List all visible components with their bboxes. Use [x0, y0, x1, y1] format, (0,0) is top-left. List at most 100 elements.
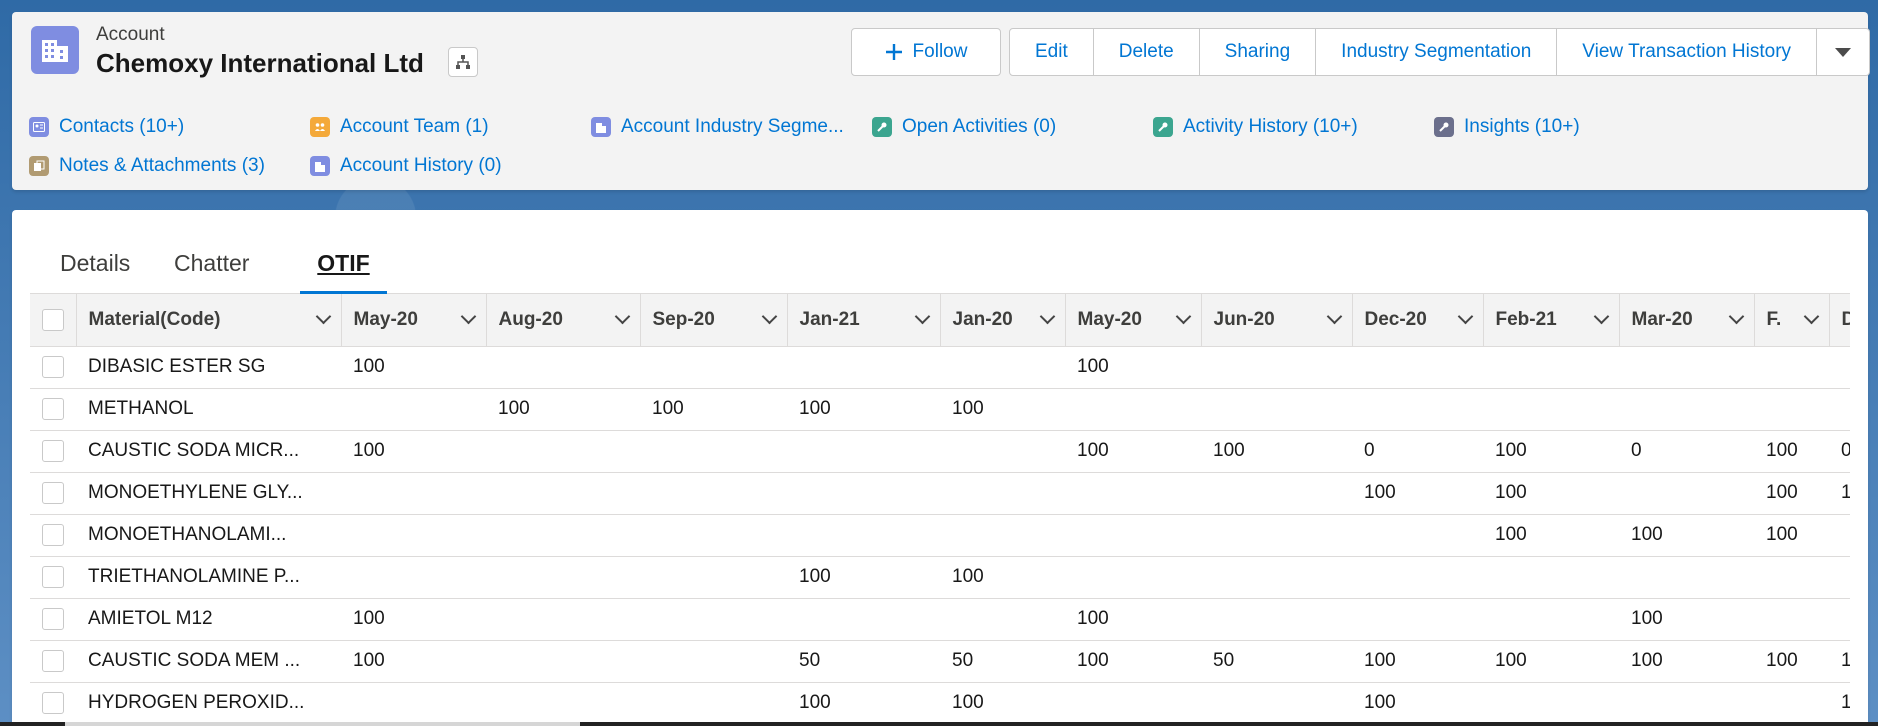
team-icon: [310, 117, 330, 137]
otif-value-cell: 100: [1754, 430, 1829, 473]
chevron-down-icon[interactable]: [1593, 308, 1609, 325]
table-row: CAUSTIC SODA MEM ... 100 50 50 100 50 100 100 10…: [30, 640, 1850, 683]
chevron-down-icon[interactable]: [1039, 308, 1055, 325]
column-header[interactable]: D: [1829, 294, 1850, 347]
column-header[interactable]: May-20: [341, 294, 487, 347]
row-checkbox[interactable]: [42, 440, 64, 462]
chevron-down-icon[interactable]: [614, 308, 630, 325]
otif-data-table: Material(Code) May-20 Aug-20 Sep-20 Jan-…: [30, 294, 1850, 726]
chevron-down-icon[interactable]: [1457, 308, 1473, 325]
otif-value-cell: [1201, 556, 1352, 599]
otif-value-cell: 100: [1201, 430, 1352, 473]
column-header[interactable]: May-20: [1065, 294, 1202, 347]
otif-value-cell: 100: [1065, 640, 1201, 683]
chevron-down-icon[interactable]: [1803, 308, 1819, 325]
record-detail-card: Details Chatter OTIF Material(Code) May-…: [12, 210, 1868, 726]
row-checkbox[interactable]: [42, 524, 64, 546]
follow-label: Follow: [912, 41, 968, 62]
chevron-down-icon[interactable]: [315, 308, 331, 325]
horizontal-scrollbar[interactable]: [0, 722, 1878, 726]
edit-button[interactable]: Edit: [1010, 29, 1094, 75]
chevron-down-icon[interactable]: [914, 308, 930, 325]
row-checkbox[interactable]: [42, 692, 64, 714]
select-all-checkbox[interactable]: [41, 308, 64, 331]
quick-link-label: Account History (0): [340, 155, 502, 176]
otif-value-cell: [486, 472, 640, 515]
tab-otif[interactable]: OTIF: [300, 232, 387, 295]
record-header: Account Chemoxy International Ltd Follow…: [12, 12, 1871, 190]
quick-link-account-industry-segmentation[interactable]: Account Industry Segme...: [591, 114, 844, 140]
account-icon: [31, 26, 79, 74]
otif-value-cell: [640, 598, 787, 641]
row-checkbox[interactable]: [42, 482, 64, 504]
otif-value-cell: 100: [1065, 598, 1201, 641]
otif-value-cell: 100: [341, 598, 486, 641]
chevron-down-icon[interactable]: [1175, 308, 1191, 325]
column-header[interactable]: Aug-20: [486, 294, 641, 347]
view-transaction-history-button[interactable]: View Transaction History: [1557, 29, 1818, 75]
otif-value-cell: [1483, 598, 1619, 641]
otif-value-cell: [1483, 682, 1619, 725]
table-row: MONOETHANOLAMI... 100 100 100: [30, 514, 1850, 557]
column-header[interactable]: F.: [1754, 294, 1830, 347]
industry-segmentation-button[interactable]: Industry Segmentation: [1316, 29, 1558, 75]
row-select-cell: [30, 388, 76, 431]
table-row: CAUSTIC SODA MICR...100100100010001000: [30, 430, 1850, 473]
otif-value-cell: 100: [1829, 640, 1850, 683]
sharing-button[interactable]: Sharing: [1200, 29, 1317, 75]
record-header-top: Account Chemoxy International Ltd Follow…: [12, 12, 1871, 92]
quick-link-insights[interactable]: Insights (10+): [1434, 114, 1580, 140]
quick-link-activity-history[interactable]: Activity History (10+): [1153, 114, 1358, 140]
tab-details[interactable]: Details: [42, 232, 148, 294]
column-header[interactable]: Jan-21: [787, 294, 941, 347]
quick-link-open-activities[interactable]: Open Activities (0): [872, 114, 1056, 140]
column-header[interactable]: Feb-21: [1483, 294, 1620, 347]
otif-value-cell: [341, 388, 486, 431]
otif-value-cell: [1483, 388, 1619, 431]
row-checkbox[interactable]: [42, 356, 64, 378]
quick-link-label: Notes & Attachments (3): [59, 155, 265, 176]
tab-chatter[interactable]: Chatter: [156, 232, 267, 294]
row-select-cell: [30, 514, 76, 557]
column-header[interactable]: Jun-20: [1201, 294, 1353, 347]
quick-link-account-history[interactable]: Account History (0): [310, 153, 502, 179]
otif-value-cell: 0: [1619, 430, 1754, 473]
column-header[interactable]: Material(Code): [76, 294, 342, 347]
otif-value-cell: 100: [1065, 346, 1201, 389]
row-checkbox[interactable]: [42, 608, 64, 630]
quick-link-label: Account Team (1): [340, 116, 489, 137]
chevron-down-icon[interactable]: [1326, 308, 1342, 325]
otif-value-cell: [1829, 388, 1850, 431]
otif-value-cell: [486, 640, 640, 683]
otif-value-cell: 100: [1754, 640, 1829, 683]
otif-value-cell: [1754, 598, 1829, 641]
column-header[interactable]: Sep-20: [640, 294, 788, 347]
view-hierarchy-button[interactable]: [448, 47, 478, 77]
row-checkbox[interactable]: [42, 566, 64, 588]
chevron-down-icon[interactable]: [761, 308, 777, 325]
quick-link-label: Contacts (10+): [59, 116, 185, 137]
quick-link-notes-attachments[interactable]: Notes & Attachments (3): [29, 153, 265, 179]
scrollbar-thumb[interactable]: [65, 722, 580, 726]
delete-button[interactable]: Delete: [1094, 29, 1200, 75]
chevron-down-icon[interactable]: [1728, 308, 1744, 325]
otif-value-cell: 100: [1483, 472, 1619, 515]
otif-value-cell: [1619, 472, 1754, 515]
quick-link-account-team[interactable]: Account Team (1): [310, 114, 489, 140]
chevron-down-icon[interactable]: [460, 308, 476, 325]
otif-value-cell: [640, 682, 787, 725]
column-header[interactable]: Jan-20: [940, 294, 1066, 347]
row-checkbox[interactable]: [42, 650, 64, 672]
quick-link-contacts[interactable]: Contacts (10+): [29, 114, 184, 140]
otif-value-cell: [1619, 682, 1754, 725]
account-icon: [591, 117, 611, 137]
follow-button[interactable]: Follow: [851, 28, 1001, 76]
row-checkbox[interactable]: [42, 398, 64, 420]
column-header[interactable]: Mar-20: [1619, 294, 1755, 347]
row-select-cell: [30, 346, 76, 389]
otif-value-cell: [1352, 514, 1483, 557]
otif-value-cell: 100: [341, 430, 486, 473]
more-actions-button[interactable]: [1817, 29, 1869, 75]
column-header[interactable]: Dec-20: [1352, 294, 1484, 347]
otif-value-cell: 100: [341, 640, 486, 683]
